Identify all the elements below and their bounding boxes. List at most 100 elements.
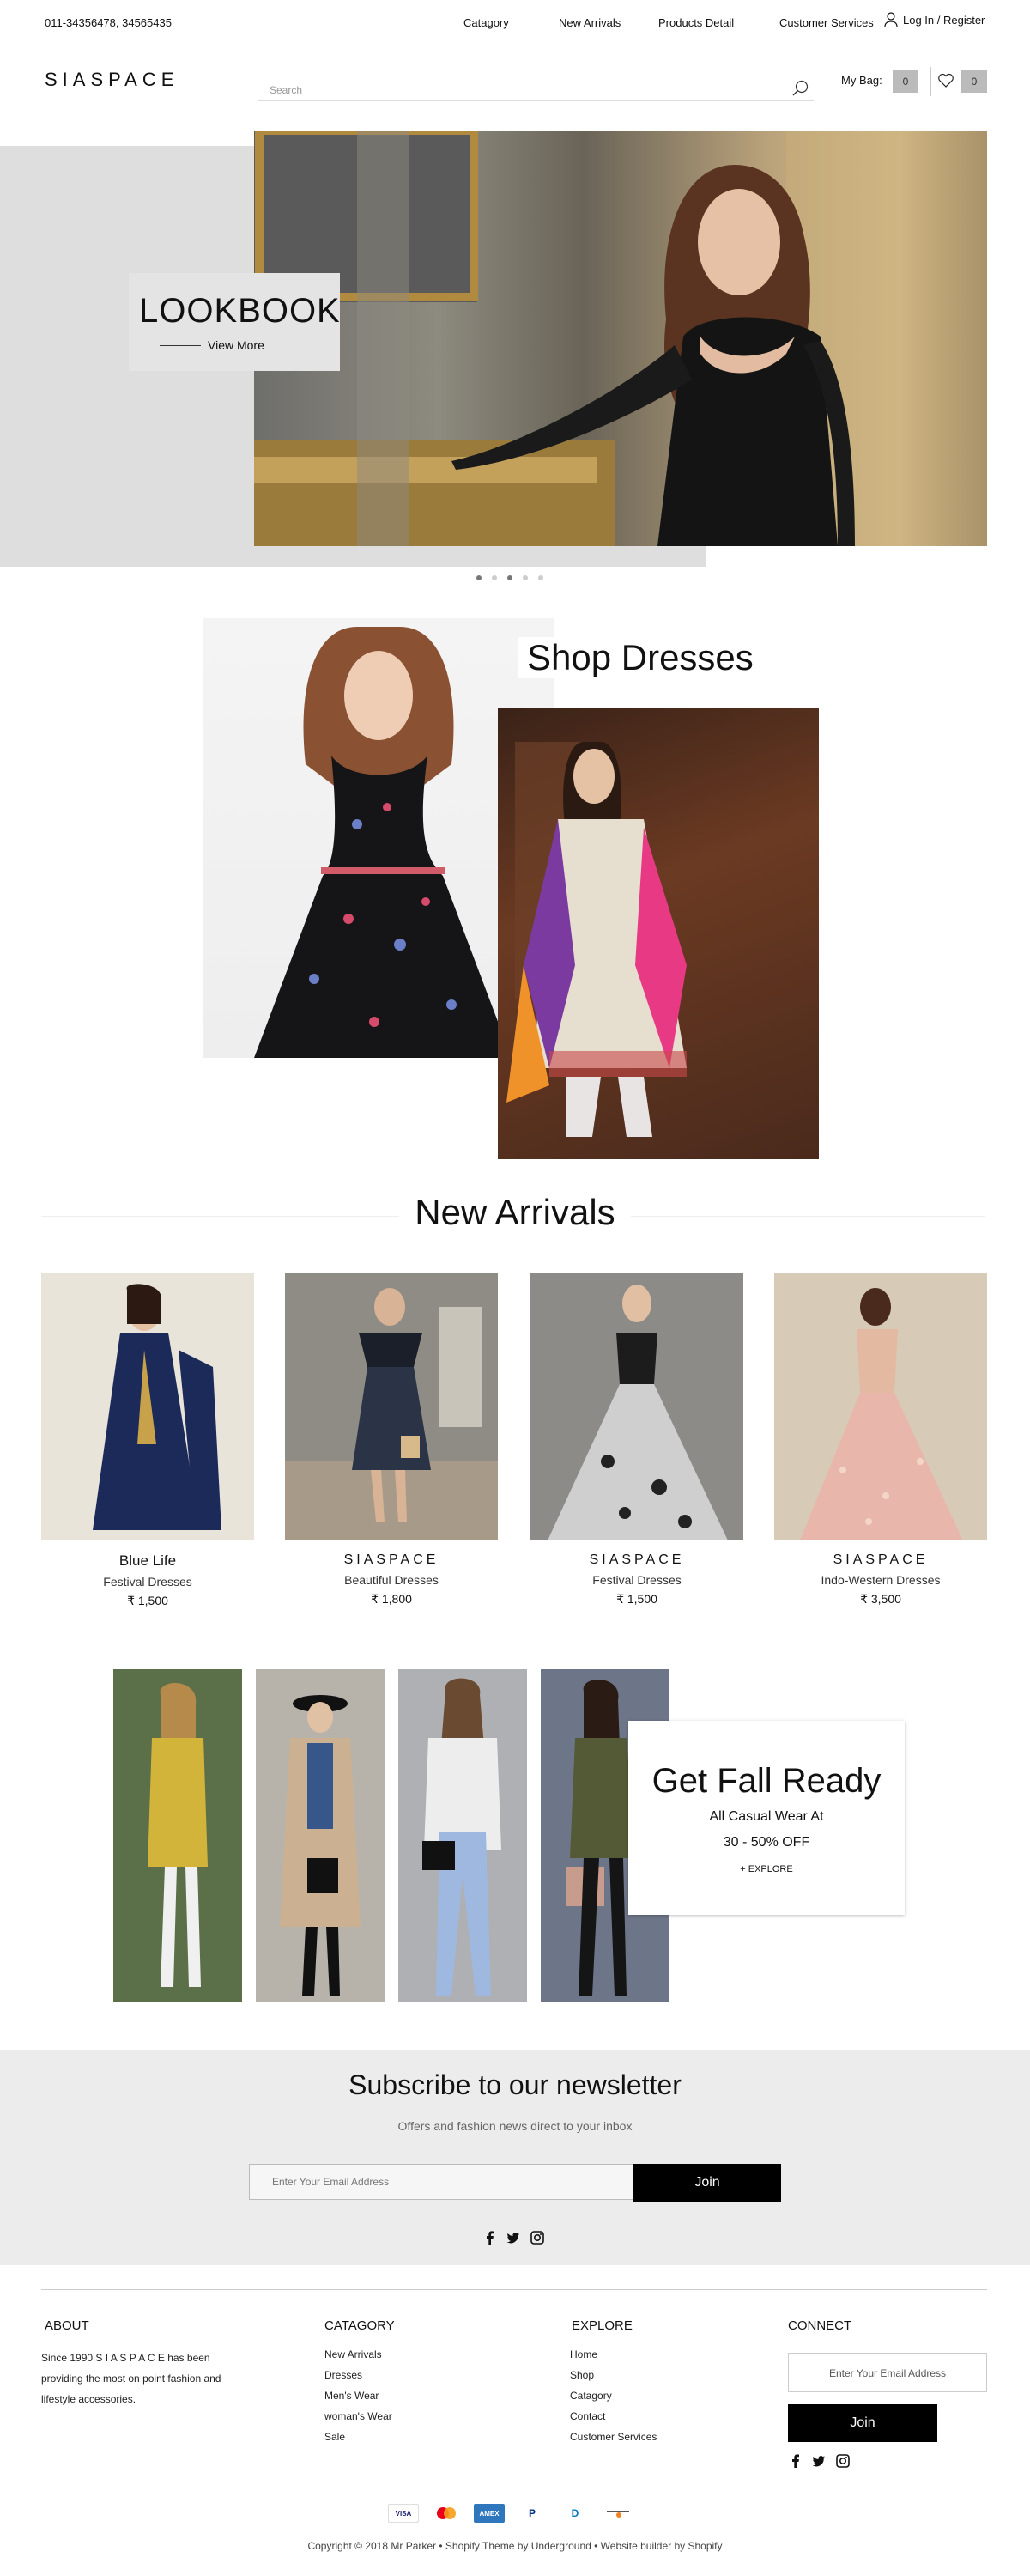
- header-divider: [930, 67, 931, 96]
- newsletter-email-placeholder: Enter Your Email Address: [272, 2176, 390, 2188]
- carousel-dot-active[interactable]: [507, 575, 512, 580]
- payment-methods: VISA AMEX P D: [388, 2504, 633, 2523]
- twitter-icon[interactable]: [506, 2231, 520, 2245]
- fall-image-camel-coat[interactable]: [256, 1669, 395, 2002]
- carousel-dot[interactable]: [492, 575, 497, 580]
- fall-promo-title: Get Fall Ready: [651, 1762, 882, 1800]
- footer-link[interactable]: woman's Wear: [324, 2406, 392, 2427]
- footer-link[interactable]: Dresses: [324, 2365, 392, 2385]
- amex-icon: AMEX: [474, 2504, 505, 2523]
- footer-email-input[interactable]: Enter Your Email Address: [788, 2353, 987, 2392]
- footer-link[interactable]: Customer Services: [570, 2427, 657, 2447]
- product-image[interactable]: [41, 1273, 254, 1540]
- newsletter-section: Subscribe to our newsletter Offers and f…: [0, 2050, 1030, 2265]
- hero-carousel-dots: [476, 575, 543, 580]
- footer-link[interactable]: Shop: [570, 2365, 657, 2385]
- footer-explore-heading: EXPLORE: [572, 2318, 633, 2333]
- newsletter-title: Subscribe to our newsletter: [348, 2069, 682, 2100]
- user-icon: [884, 12, 898, 27]
- footer-link[interactable]: Men's Wear: [324, 2385, 392, 2406]
- twitter-icon[interactable]: [812, 2454, 826, 2468]
- shop-dresses-title[interactable]: Shop Dresses: [518, 637, 762, 678]
- product-name[interactable]: SIASPACE: [774, 1552, 987, 1568]
- bag-count-button[interactable]: 0: [893, 70, 918, 93]
- footer-catagory-list: New Arrivals Dresses Men's Wear woman's …: [324, 2344, 392, 2447]
- bag-label: My Bag:: [841, 74, 882, 87]
- product-name[interactable]: Blue Life: [41, 1552, 254, 1570]
- carousel-dot[interactable]: [476, 575, 482, 580]
- footer-link[interactable]: Contact: [570, 2406, 657, 2427]
- footer-social-links: [790, 2454, 850, 2468]
- footer-rule: [41, 2289, 987, 2290]
- product-image[interactable]: [774, 1273, 987, 1540]
- product-card[interactable]: SIASPACE Beautiful Dresses ₹ 1,800: [285, 1273, 498, 1607]
- newsletter-social-links: [484, 2231, 544, 2245]
- diners-icon: D: [560, 2504, 591, 2523]
- lookbook-title: LOOKBOOK: [139, 292, 341, 330]
- newsletter-subtitle: Offers and fashion news direct to your i…: [397, 2119, 633, 2133]
- fall-promo-box: Get Fall Ready All Casual Wear At 30 - 5…: [628, 1721, 905, 1915]
- footer-link[interactable]: Catagory: [570, 2385, 657, 2406]
- search-icon[interactable]: [791, 79, 810, 98]
- nav-catagory[interactable]: Catagory: [464, 16, 509, 29]
- phone-numbers: 011-34356478, 34565435: [45, 16, 172, 29]
- shop-dresses-image-ethnic[interactable]: [498, 708, 819, 1159]
- newsletter-email-input[interactable]: Enter Your Email Address: [249, 2164, 633, 2200]
- product-price: ₹ 1,500: [127, 1594, 168, 1607]
- copyright: Copyright © 2018 Mr Parker • Shopify The…: [307, 2540, 723, 2552]
- product-card[interactable]: SIASPACE Indo-Western Dresses ₹ 3,500: [774, 1273, 987, 1607]
- footer-catagory-heading: CATAGORY: [324, 2318, 395, 2333]
- heart-icon[interactable]: [937, 73, 954, 88]
- carousel-dot[interactable]: [538, 575, 543, 580]
- lookbook-divider: [160, 345, 201, 346]
- footer-explore-list: Home Shop Catagory Contact Customer Serv…: [570, 2344, 657, 2447]
- product-category: Beautiful Dresses: [344, 1573, 439, 1587]
- view-more-link[interactable]: View More: [208, 338, 264, 352]
- explore-link[interactable]: + EXPLORE: [628, 1864, 905, 1874]
- newsletter-join-button[interactable]: Join: [633, 2164, 781, 2202]
- lookbook-panel: LOOKBOOK View More: [129, 273, 340, 371]
- visa-icon: VISA: [388, 2504, 419, 2523]
- discover-icon: [603, 2504, 633, 2523]
- product-card[interactable]: Blue Life Festival Dresses ₹ 1,500: [41, 1273, 254, 1608]
- hero-image[interactable]: [254, 131, 987, 546]
- instagram-icon[interactable]: [836, 2454, 850, 2468]
- product-price: ₹ 3,500: [860, 1592, 901, 1606]
- facebook-icon[interactable]: [484, 2231, 496, 2245]
- fall-image-yellow-coat[interactable]: [113, 1669, 252, 2002]
- product-name[interactable]: SIASPACE: [530, 1552, 743, 1568]
- new-arrivals-title: New Arrivals: [0, 1192, 1030, 1233]
- login-label: Log In / Register: [903, 13, 985, 27]
- product-card[interactable]: SIASPACE Festival Dresses ₹ 1,500: [530, 1273, 743, 1607]
- product-category: Indo-Western Dresses: [821, 1573, 941, 1587]
- footer-join-button[interactable]: Join: [788, 2404, 937, 2442]
- product-price: ₹ 1,500: [616, 1592, 657, 1606]
- carousel-dot[interactable]: [523, 575, 528, 580]
- fall-promo-discount: 30 - 50% OFF: [723, 1835, 810, 1850]
- facebook-icon[interactable]: [790, 2454, 802, 2468]
- site-logo[interactable]: SIASPACE: [45, 69, 179, 91]
- fall-promo-line1: All Casual Wear At: [709, 1809, 824, 1824]
- footer-link[interactable]: Home: [570, 2344, 657, 2365]
- product-name[interactable]: SIASPACE: [285, 1552, 498, 1568]
- nav-products-detail[interactable]: Products Detail: [658, 16, 734, 29]
- search-input[interactable]: Search: [258, 79, 814, 101]
- wishlist-count-button[interactable]: 0: [961, 70, 987, 93]
- login-register-link[interactable]: Log In / Register: [884, 12, 985, 27]
- product-category: Festival Dresses: [592, 1573, 682, 1587]
- footer-connect-heading: CONNECT: [788, 2318, 852, 2333]
- fall-collection-images[interactable]: [113, 1669, 680, 2002]
- fall-image-blue-pants[interactable]: [398, 1669, 537, 2002]
- footer-about-text: Since 1990 S I A S P A C E has been prov…: [41, 2352, 221, 2405]
- nav-new-arrivals[interactable]: New Arrivals: [559, 16, 621, 29]
- product-image[interactable]: [285, 1273, 498, 1540]
- nav-customer-services[interactable]: Customer Services: [779, 16, 874, 29]
- product-image[interactable]: [530, 1273, 743, 1540]
- footer-link[interactable]: New Arrivals: [324, 2344, 392, 2365]
- instagram-icon[interactable]: [530, 2231, 544, 2245]
- footer-link[interactable]: Sale: [324, 2427, 392, 2447]
- mastercard-icon: [431, 2504, 462, 2523]
- product-price: ₹ 1,800: [371, 1592, 412, 1606]
- footer-about-heading: ABOUT: [45, 2318, 89, 2333]
- paypal-icon: P: [517, 2504, 548, 2523]
